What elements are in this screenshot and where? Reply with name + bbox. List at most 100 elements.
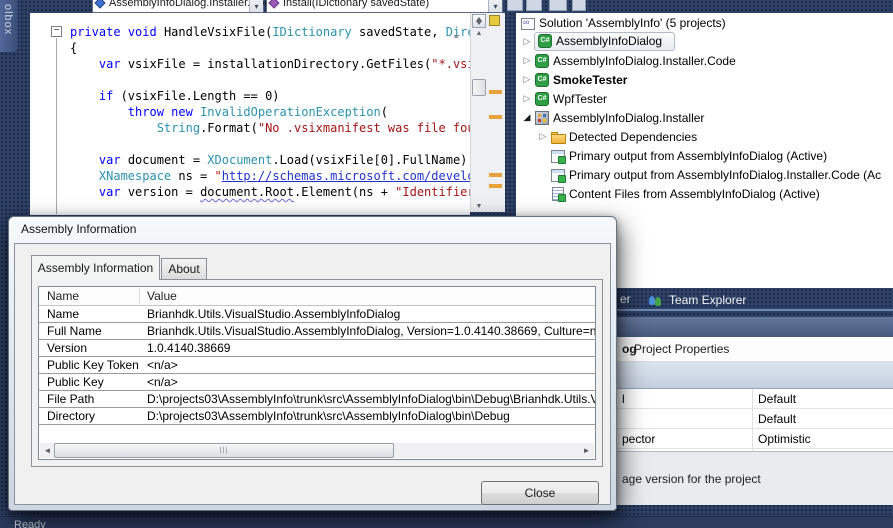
horizontal-scrollbar[interactable]: ◄ ||| ► (40, 443, 594, 458)
solution-explorer-toolbar-button[interactable] (507, 0, 523, 11)
code-line: XNamespace ns = "http://schemas.microsof… (98, 169, 470, 183)
properties-toolbar (598, 362, 893, 389)
table-row[interactable]: Version 1.0.4140.38669 (39, 340, 595, 357)
table-row[interactable]: Name Brianhdk.Utils.VisualStudio.Assembly… (39, 306, 595, 323)
toolbox-tab-label: olbox (2, 4, 14, 36)
code-text[interactable]: private void HandleVsixFile(IDictionary … (70, 24, 470, 200)
output-icon (550, 167, 566, 183)
solution-icon (520, 15, 536, 31)
scroll-left-icon[interactable]: ◄ (40, 443, 55, 458)
expand-icon[interactable]: ▷ (520, 55, 534, 66)
csproj-icon (537, 33, 553, 49)
close-button[interactable]: Close (481, 481, 599, 505)
expand-icon[interactable]: ▷ (520, 93, 534, 104)
members-dropdown[interactable]: Install(IDictionary savedState) ▾ (266, 0, 503, 13)
tree-item[interactable]: Primary output from AssemblyInfoDialog (… (516, 146, 893, 165)
code-line: var version = document.Root.Element(ns +… (98, 185, 470, 199)
scroll-right-icon[interactable]: ► (579, 443, 594, 458)
code-line: private void HandleVsixFile(IDictionary … (70, 25, 470, 39)
scroll-up-icon[interactable]: ▲ (471, 30, 487, 37)
tab-team-explorer-label: Team Explorer (669, 292, 747, 307)
column-header-name[interactable]: Name (47, 289, 79, 303)
table-header[interactable]: Name Value (39, 287, 595, 306)
tree-item[interactable]: ◢ AssemblyInfoDialog.Installer (516, 108, 893, 127)
types-dropdown[interactable]: AssemblyInfoDialog.Installer.Code.Cus ▾ (92, 0, 299, 13)
cell-value: 1.0.4140.38669 (147, 341, 231, 355)
expand-icon[interactable]: ▷ (536, 131, 550, 142)
tab-assembly-information[interactable]: Assembly Information (31, 255, 160, 280)
status-bar: Ready (0, 516, 893, 528)
property-row[interactable]: pector Optimistic (598, 429, 893, 449)
cell-name: Public Key Token (47, 358, 139, 372)
saved-change-mark (489, 15, 500, 26)
solution-explorer-toolbar-button[interactable] (572, 0, 586, 11)
code-editor[interactable]: − private void HandleVsixFile(IDictionar… (30, 13, 470, 215)
csproj-icon (534, 53, 550, 69)
solution-explorer-toolbar-button[interactable] (549, 0, 567, 11)
table-row[interactable]: Full Name Brianhdk.Utils.VisualStudio.Ass… (39, 323, 595, 340)
toolwindow-tabstrip: er Team Explorer (598, 288, 893, 311)
cell-name: Name (47, 307, 80, 321)
scrollbar-thumb[interactable] (472, 79, 486, 96)
editor-vertical-scrollbar[interactable]: ▲ ▼ (470, 13, 487, 212)
tree-item[interactable]: ▷ WpfTester (516, 89, 893, 108)
column-divider[interactable] (139, 289, 140, 303)
tree-item[interactable]: Content Files from AssemblyInfoDialog (A… (516, 184, 893, 203)
dialog-body: Assembly Information About Name Value Na… (14, 243, 611, 505)
cell-name: Full Name (47, 324, 102, 338)
expand-icon[interactable]: ▷ (520, 74, 534, 85)
expand-icon[interactable]: ▷ (520, 36, 534, 47)
tree-item-label: AssemblyInfoDialog (556, 34, 663, 48)
cell-name: Version (47, 341, 88, 355)
table-row[interactable]: File Path D:\projects03\AssemblyInfo\trun… (39, 391, 595, 408)
toolbox-tab[interactable]: olbox (0, 0, 18, 52)
change-mark (489, 184, 502, 188)
property-row[interactable]: Default (598, 409, 893, 429)
properties-grid: l Default Default pector Optimistic (598, 389, 893, 451)
chevron-down-icon[interactable]: ▾ (249, 0, 263, 12)
collapse-icon[interactable]: ◢ (520, 112, 534, 123)
property-row[interactable]: l Default (598, 389, 893, 409)
tree-item[interactable]: Solution 'AssemblyInfo' (5 projects) (516, 13, 893, 32)
csproj-icon (534, 91, 550, 107)
method-icon (268, 0, 280, 9)
table-row[interactable]: Public Key <n/a> (39, 374, 595, 391)
solution-explorer-toolbar-button[interactable] (526, 0, 542, 11)
cell-name: File Path (47, 392, 95, 406)
cell-value: Brianhdk.Utils.VisualStudio.AssemblyInfo… (147, 307, 401, 321)
tree-item-label: AssemblyInfoDialog.Installer (553, 110, 705, 125)
content-icon (550, 186, 566, 202)
splitter-handle-icon[interactable] (472, 14, 486, 28)
properties-titlebar[interactable] (598, 317, 893, 337)
table-row[interactable]: Public Key Token <n/a> (39, 357, 595, 374)
cell-value: Brianhdk.Utils.VisualStudio.AssemblyInfo… (147, 324, 595, 338)
tab-panel: Name Value Name Brianhdk.Utils.VisualStud… (31, 279, 603, 467)
tab-solution-explorer-partial[interactable]: er (620, 292, 631, 306)
property-value[interactable]: Default (758, 392, 796, 406)
code-fold-toggle[interactable]: − (51, 26, 62, 37)
table-row[interactable]: Directory D:\projects03\AssemblyInfo\trun… (39, 408, 595, 425)
tree-item[interactable]: ▷ SmokeTester (516, 70, 893, 89)
tab-team-explorer[interactable]: Team Explorer (638, 288, 756, 311)
setup-icon (534, 110, 550, 126)
property-name-fragment: l (622, 392, 625, 406)
column-header-value[interactable]: Value (147, 289, 177, 303)
property-value[interactable]: Optimistic (758, 432, 811, 446)
properties-description: age version for the project (598, 451, 893, 505)
output-icon (550, 148, 566, 164)
tree-item[interactable]: ▷ AssemblyInfoDialog (516, 32, 893, 51)
tab-about[interactable]: About (161, 258, 207, 280)
tree-item[interactable]: ▷ Detected Dependencies (516, 127, 893, 146)
tree-item[interactable]: Primary output from AssemblyInfoDialog.I… (516, 165, 893, 184)
selected-item-highlight[interactable]: AssemblyInfoDialog (534, 32, 676, 51)
hscroll-thumb[interactable]: ||| (54, 443, 394, 458)
tree-item[interactable]: ▷ AssemblyInfoDialog.Installer.Code (516, 51, 893, 70)
scroll-down-icon[interactable]: ▼ (471, 203, 487, 210)
table-rows: Name Brianhdk.Utils.VisualStudio.Assembly… (39, 306, 595, 425)
properties-object-row: og Project Properties (598, 337, 893, 362)
chevron-down-icon[interactable]: ▾ (488, 0, 502, 12)
tree-item-label: AssemblyInfoDialog.Installer.Code (553, 53, 736, 68)
property-value[interactable]: Default (758, 412, 796, 426)
